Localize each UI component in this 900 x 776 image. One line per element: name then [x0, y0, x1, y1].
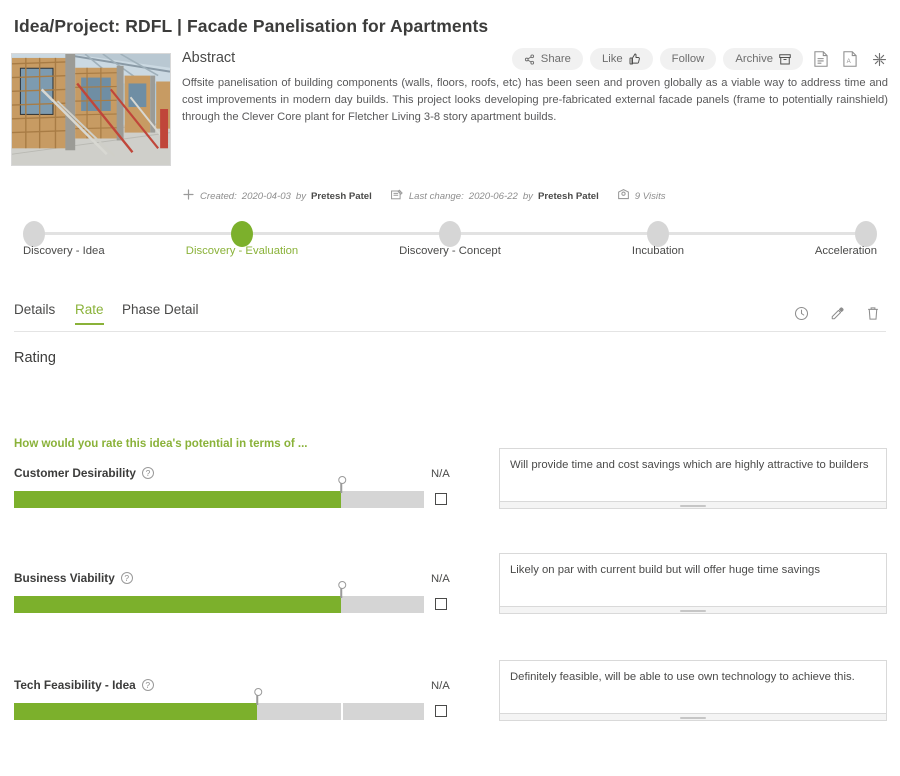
comment-resize-grip[interactable] [499, 607, 887, 614]
hero-section: Abstract Offsite panelisation of buildin… [0, 48, 900, 178]
stepper-dot [855, 221, 877, 247]
stepper-dot [23, 221, 45, 247]
like-button[interactable]: Like [589, 48, 653, 70]
visits-count: 9 Visits [634, 190, 666, 202]
created-by-user: Pretesh Patel [311, 190, 372, 202]
tab-phase-detail[interactable]: Phase Detail [122, 302, 199, 325]
tab-bar: Details Rate Phase Detail [0, 298, 900, 332]
stepper-dot [439, 221, 461, 247]
slider-separator [341, 703, 344, 720]
criterion-comment-input[interactable] [499, 660, 887, 714]
action-bar: Share Like Follow Archive A [511, 48, 890, 70]
page-title: Idea/Project: RDFL | Facade Panelisation… [14, 16, 489, 36]
rating-slider[interactable] [14, 687, 424, 720]
history-clock-icon[interactable] [790, 302, 812, 324]
tab-underline [14, 331, 886, 332]
lastchange-date: 2020-06-22 [468, 190, 518, 202]
criterion-label: Customer Desirability [14, 466, 136, 480]
rating-question: How would you rate this idea's potential… [14, 438, 308, 450]
delete-trash-icon[interactable] [862, 302, 884, 324]
phase-stepper: Discovery - Idea Discovery - Evaluation Di… [0, 218, 900, 268]
project-thumbnail[interactable] [11, 53, 171, 166]
visits-eye-icon [617, 188, 630, 204]
abstract-heading: Abstract [182, 50, 236, 66]
na-checkbox[interactable] [435, 493, 447, 505]
share-icon [524, 53, 535, 65]
stepper-label: Discovery - Idea [23, 245, 105, 257]
slider-thumb[interactable] [338, 475, 345, 493]
lastchange-by-prefix: by [522, 190, 533, 202]
thumbs-up-icon [629, 53, 641, 65]
follow-button[interactable]: Follow [659, 48, 717, 70]
na-checkbox[interactable] [435, 598, 447, 610]
stepper-label: Incubation [631, 245, 685, 257]
stepper-label: Discovery - Concept [399, 245, 501, 257]
archive-label: Archive [735, 53, 773, 65]
tab-details[interactable]: Details [14, 302, 55, 325]
na-label: N/A [431, 468, 450, 480]
meta-row: Created: 2020-04-03 by Pretesh Patel Las… [182, 188, 678, 204]
archive-button[interactable]: Archive [723, 48, 803, 70]
created-by-prefix: by [295, 190, 307, 202]
visits-group: 9 Visits [617, 188, 666, 204]
comment-resize-grip[interactable] [499, 714, 887, 721]
rating-slider[interactable] [14, 580, 424, 613]
created-group: Created: 2020-04-03 by Pretesh Patel [182, 188, 372, 204]
tab-action-icons [790, 302, 884, 324]
page-root: Idea/Project: RDFL | Facade Panelisation… [0, 0, 900, 776]
help-question-icon[interactable]: ? [141, 467, 154, 479]
na-label: N/A [431, 680, 450, 692]
rating-heading: Rating [14, 350, 56, 366]
criterion-label: Business Viability [14, 571, 115, 585]
report-icon[interactable] [810, 48, 832, 70]
lastchange-by-user: Pretesh Patel [537, 190, 599, 202]
na-label: N/A [431, 573, 450, 585]
slider-fill [14, 703, 258, 720]
stepper-dot [647, 221, 669, 247]
archive-box-icon [779, 53, 791, 65]
abstract-text: Offsite panelisation of building compone… [182, 77, 888, 123]
criterion-label: Tech Feasibility - Idea [14, 678, 136, 692]
like-label: Like [601, 53, 623, 65]
slider-thumb[interactable] [254, 687, 261, 705]
created-label: Created: [200, 190, 237, 202]
share-button[interactable]: Share [511, 48, 583, 70]
plus-icon [182, 188, 195, 204]
help-question-icon[interactable]: ? [141, 679, 154, 691]
na-checkbox[interactable] [435, 705, 447, 717]
help-question-icon[interactable]: ? [120, 572, 133, 584]
tab-rate[interactable]: Rate [75, 302, 104, 325]
svg-text:A: A [847, 58, 852, 65]
edit-pencil-icon[interactable] [826, 302, 848, 324]
criterion-comment-input[interactable] [499, 448, 887, 502]
slider-thumb[interactable] [338, 580, 345, 598]
lastchange-label: Last change: [408, 190, 464, 202]
construction-photo-icon [12, 54, 170, 165]
created-date: 2020-04-03 [241, 190, 291, 202]
edit-history-icon [390, 188, 404, 204]
rating-slider[interactable] [14, 475, 424, 508]
slider-fill [14, 596, 342, 613]
criterion-label-wrap: Tech Feasibility - Idea? [14, 678, 154, 692]
stepper-dot [231, 221, 253, 247]
stepper-label: Discovery - Evaluation [185, 245, 299, 257]
stepper-label: Acceleration [814, 245, 877, 257]
follow-label: Follow [671, 53, 705, 65]
share-label: Share [540, 53, 571, 65]
slider-fill [14, 491, 342, 508]
pdf-icon[interactable]: A [839, 48, 861, 70]
lastchange-group: Last change: 2020-06-22 by Pretesh Patel [390, 188, 599, 204]
criterion-comment-input[interactable] [499, 553, 887, 607]
sparkle-icon[interactable] [868, 48, 890, 70]
criterion-label-wrap: Customer Desirability? [14, 466, 154, 480]
criterion-label-wrap: Business Viability? [14, 571, 133, 585]
comment-resize-grip[interactable] [499, 502, 887, 509]
